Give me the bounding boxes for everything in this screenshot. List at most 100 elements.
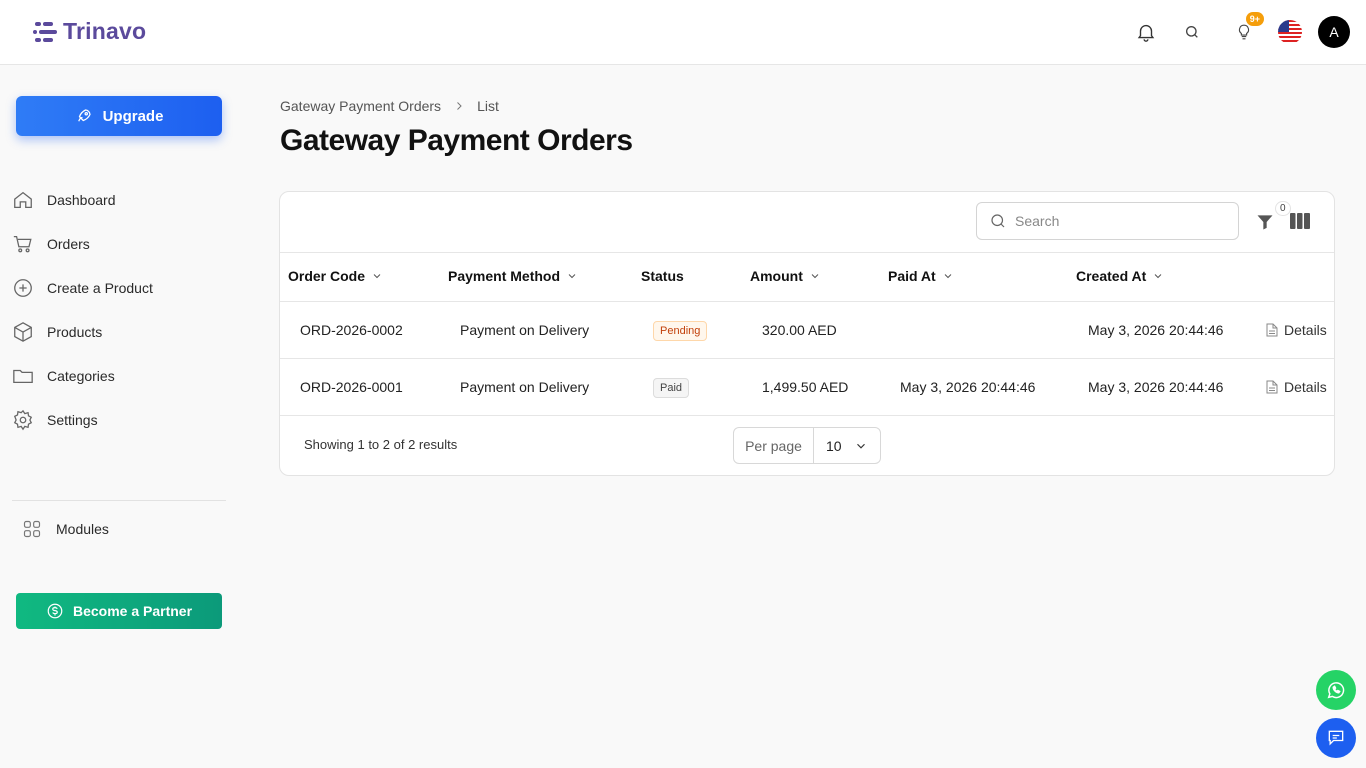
- search-icon: [1186, 26, 1198, 38]
- per-page-label: Per page: [734, 428, 814, 463]
- box-icon: [14, 322, 32, 342]
- sidebar-item-label: Settings: [47, 412, 98, 428]
- chat-icon: [1328, 730, 1344, 746]
- top-bar: Trinavo 9+ A: [0, 0, 1366, 65]
- chevron-down-icon: [373, 274, 381, 279]
- us-flag-icon: [1278, 20, 1302, 44]
- column-header-payment-method[interactable]: Payment Method: [448, 268, 578, 284]
- details-link[interactable]: Details: [1266, 322, 1327, 338]
- orders-table-card: 0 Order Code Payment Method Status Amoun…: [279, 191, 1335, 476]
- column-header-status: Status: [641, 268, 684, 284]
- dollar-circle-icon: [47, 603, 63, 619]
- become-partner-button[interactable]: Become a Partner: [16, 593, 222, 629]
- column-label: Status: [641, 268, 684, 284]
- sidebar-item-label: Products: [47, 324, 103, 340]
- sidebar-item-orders[interactable]: Orders: [12, 222, 226, 266]
- sidebar-item-products[interactable]: Products: [12, 310, 226, 354]
- bell-icon: [1137, 24, 1155, 42]
- whatsapp-button[interactable]: [1316, 670, 1356, 710]
- table-header: Order Code Payment Method Status Amount …: [280, 252, 1334, 302]
- column-label: Paid At: [888, 268, 936, 284]
- column-label: Order Code: [288, 268, 366, 284]
- chevron-down-icon: [811, 274, 819, 279]
- columns-icon[interactable]: [1290, 213, 1310, 229]
- notification-badge: 9+: [1245, 12, 1264, 26]
- order-code-cell: ORD-2026-0002: [300, 322, 403, 338]
- filter-icon[interactable]: [1255, 212, 1275, 232]
- sidebar-item-modules[interactable]: Modules: [22, 516, 109, 542]
- tips-button[interactable]: 9+: [1230, 12, 1264, 46]
- upgrade-label: Upgrade: [102, 107, 164, 125]
- partner-label: Become a Partner: [72, 603, 193, 619]
- search-box[interactable]: [976, 202, 1239, 240]
- logo-text: Trinavo: [63, 18, 147, 44]
- sidebar-item-create-product[interactable]: Create a Product: [12, 266, 226, 310]
- whatsapp-icon: [1327, 682, 1345, 699]
- details-label: Details: [1284, 379, 1327, 395]
- sidebar-item-dashboard[interactable]: Dashboard: [12, 178, 226, 222]
- per-page-selector[interactable]: Per page 10: [733, 427, 881, 464]
- sidebar-nav: Dashboard Orders Create a Product Produc…: [12, 178, 226, 442]
- notifications-button[interactable]: [1132, 18, 1160, 46]
- sidebar-item-label: Dashboard: [47, 192, 116, 208]
- chevron-down-icon: [568, 274, 576, 279]
- chevron-down-icon: [1154, 274, 1162, 279]
- chevron-right-icon: [457, 102, 462, 110]
- chevron-down-icon: [944, 274, 952, 279]
- results-summary: Showing 1 to 2 of 2 results: [304, 437, 458, 452]
- column-header-created-at[interactable]: Created At: [1076, 268, 1164, 284]
- payment-method-cell: Payment on Delivery: [460, 322, 590, 338]
- search-input[interactable]: [1015, 213, 1215, 229]
- table-row[interactable]: ORD-2026-0002 Payment on Delivery Pendin…: [280, 302, 1334, 359]
- gear-icon: [13, 409, 33, 431]
- details-link[interactable]: Details: [1266, 379, 1327, 395]
- column-header-paid-at[interactable]: Paid At: [888, 268, 954, 284]
- chat-button[interactable]: [1316, 718, 1356, 758]
- table-row[interactable]: ORD-2026-0001 Payment on Delivery Paid 1…: [280, 359, 1334, 416]
- rocket-icon: [77, 109, 91, 122]
- column-label: Created At: [1076, 268, 1147, 284]
- breadcrumb: Gateway Payment Orders List: [280, 98, 499, 114]
- sidebar-item-label: Create a Product: [47, 280, 153, 296]
- search-icon: [991, 214, 1005, 228]
- paid-at-cell: May 3, 2026 20:44:46: [900, 379, 1036, 395]
- order-code-cell: ORD-2026-0001: [300, 379, 403, 395]
- chevron-down-icon: [857, 443, 865, 449]
- avatar[interactable]: A: [1318, 16, 1350, 48]
- column-label: Payment Method: [448, 268, 561, 284]
- amount-cell: 320.00 AED: [762, 322, 837, 338]
- logo[interactable]: Trinavo: [33, 18, 146, 45]
- page-title: Gateway Payment Orders: [280, 124, 633, 157]
- breadcrumb-current: List: [477, 98, 499, 114]
- details-label: Details: [1284, 322, 1327, 338]
- column-label: Amount: [750, 268, 803, 284]
- language-selector[interactable]: [1278, 20, 1302, 44]
- home-icon: [14, 191, 32, 208]
- upgrade-button[interactable]: Upgrade: [16, 96, 222, 136]
- created-at-cell: May 3, 2026 20:44:46: [1088, 322, 1224, 338]
- sidebar-item-settings[interactable]: Settings: [12, 398, 226, 442]
- logo-icon: [33, 21, 57, 42]
- status-badge: Pending: [653, 321, 708, 341]
- search-button[interactable]: [1178, 18, 1206, 46]
- payment-method-cell: Payment on Delivery: [460, 379, 590, 395]
- modules-label: Modules: [56, 521, 109, 537]
- created-at-cell: May 3, 2026 20:44:46: [1088, 379, 1224, 395]
- folder-icon: [13, 369, 33, 384]
- per-page-value: 10: [826, 437, 842, 454]
- per-page-select[interactable]: 10: [814, 438, 880, 454]
- sidebar-item-categories[interactable]: Categories: [12, 354, 226, 398]
- plus-circle-icon: [14, 279, 32, 297]
- sidebar-item-label: Categories: [47, 368, 115, 384]
- filter-count-badge: 0: [1275, 201, 1291, 216]
- grid-icon: [23, 520, 41, 538]
- sidebar-item-label: Orders: [47, 236, 90, 252]
- column-header-amount[interactable]: Amount: [750, 268, 821, 284]
- document-icon: [1266, 380, 1278, 394]
- sidebar-divider: [12, 500, 226, 501]
- column-header-order-code[interactable]: Order Code: [288, 268, 383, 284]
- amount-cell: 1,499.50 AED: [762, 379, 849, 395]
- breadcrumb-parent[interactable]: Gateway Payment Orders: [280, 98, 441, 114]
- document-icon: [1266, 323, 1278, 337]
- status-badge: Paid: [653, 378, 690, 398]
